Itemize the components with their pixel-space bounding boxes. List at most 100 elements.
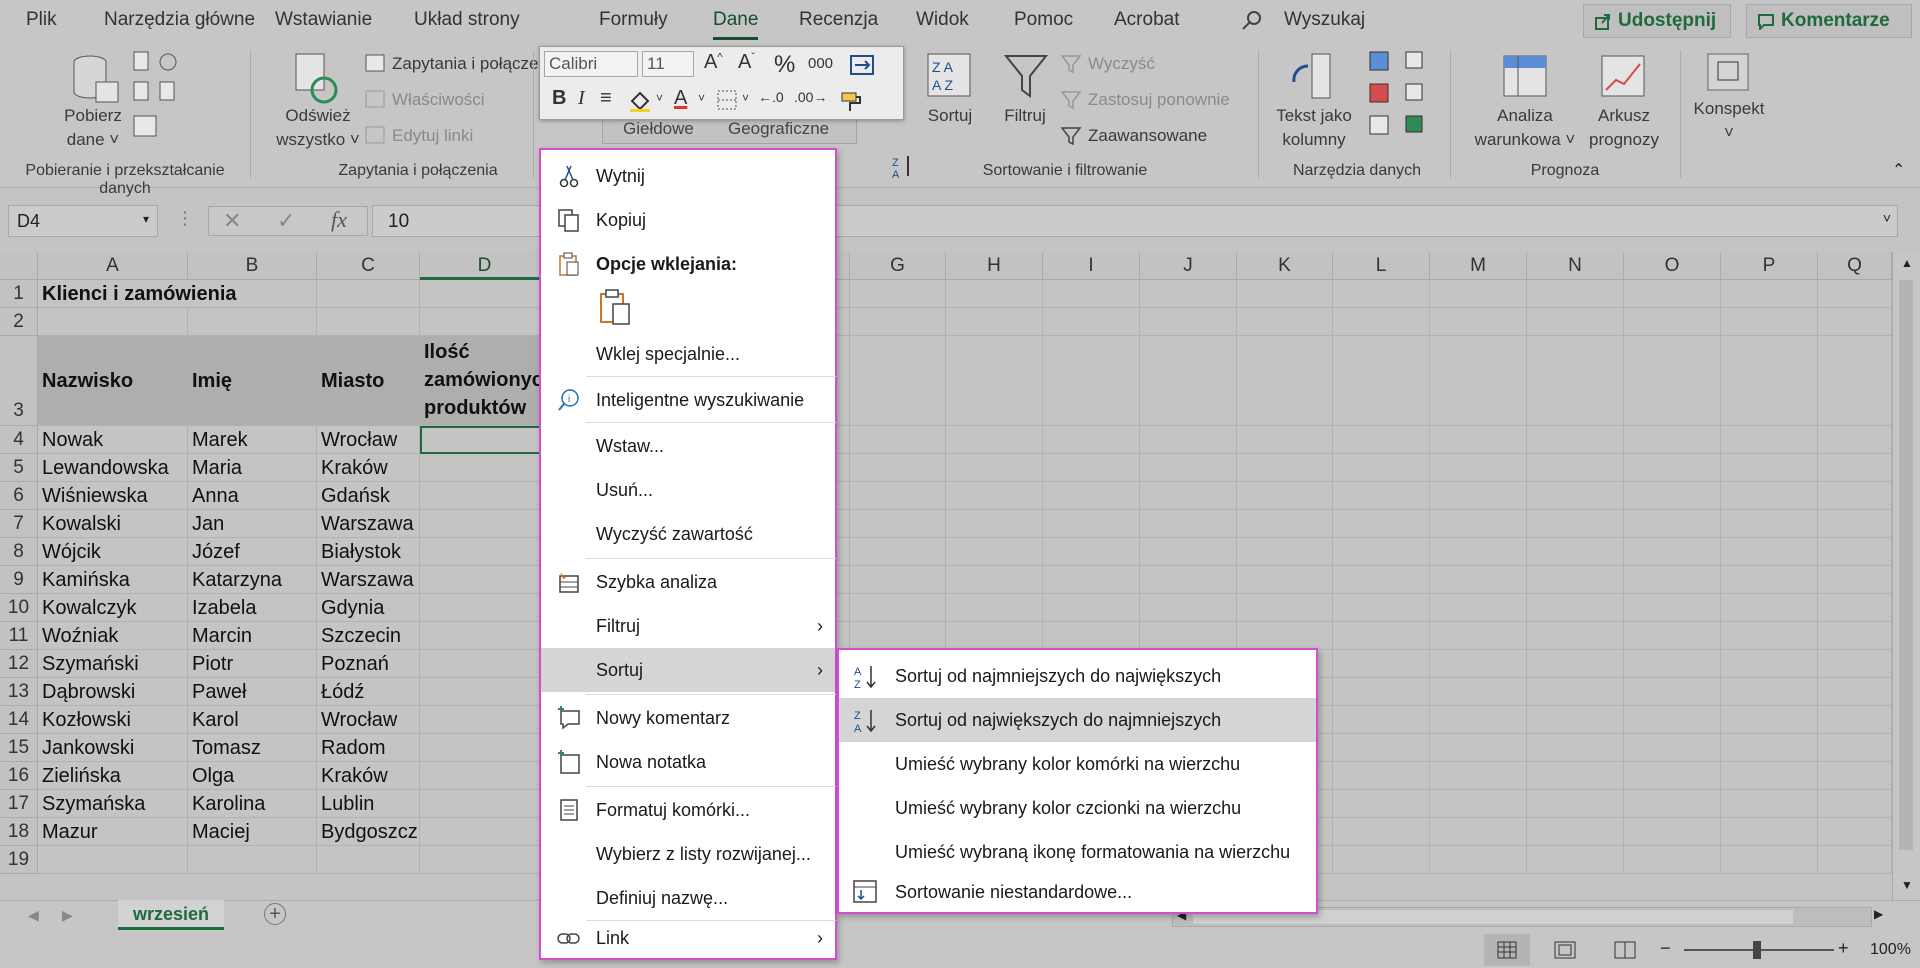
header-cell-a[interactable]: Nazwisko [38,336,188,426]
column-header-k[interactable]: K [1237,252,1333,280]
cell-l7[interactable] [1333,510,1430,538]
cell-n5[interactable] [1527,454,1624,482]
submenu-custom-sort[interactable]: Sortowanie niestandardowe... [839,870,1316,914]
cell-d12[interactable] [420,650,550,678]
row-header-4[interactable]: 4 [0,426,38,454]
cell-q1[interactable] [1818,280,1892,308]
cell-l3[interactable] [1333,336,1430,426]
fill-color-icon[interactable] [628,89,652,113]
column-header-m[interactable]: M [1430,252,1527,280]
cell-n7[interactable] [1527,510,1624,538]
cell-g6[interactable] [850,482,946,510]
search-label[interactable]: Wyszukaj [1284,9,1365,31]
cell-h8[interactable] [946,538,1043,566]
cell-n11[interactable] [1527,622,1624,650]
share-button[interactable]: Udostępnij [1583,4,1731,38]
column-header-c[interactable]: C [317,252,420,280]
get-data-button[interactable]: Pobierz dane ˅ [50,104,136,152]
cell-d6[interactable] [420,482,550,510]
cell-n9[interactable] [1527,566,1624,594]
page-break-view-icon[interactable] [1614,941,1636,959]
menu-paste-special[interactable]: Wklej specjalnie... [541,332,835,376]
data-cell-c6[interactable]: Gdańsk [317,482,420,510]
cell-p12[interactable] [1721,650,1818,678]
cell-d8[interactable] [420,538,550,566]
cell-l13[interactable] [1333,678,1430,706]
scroll-down-icon[interactable]: ▼ [1901,878,1913,892]
what-if-analysis-button[interactable]: Analiza warunkowa ˅ [1466,104,1584,152]
header-cell-b[interactable]: Imię [188,336,317,426]
cell-g8[interactable] [850,538,946,566]
cell-o12[interactable] [1624,650,1721,678]
tab-help[interactable]: Pomoc [1014,9,1073,31]
cell-g2[interactable] [850,308,946,336]
cell-h1[interactable] [946,280,1043,308]
data-cell-b4[interactable]: Marek [188,426,317,454]
cell-l1[interactable] [1333,280,1430,308]
cell-n1[interactable] [1527,280,1624,308]
data-cell-a18[interactable]: Mazur [38,818,188,846]
cell-o5[interactable] [1624,454,1721,482]
increase-decimal-icon[interactable]: ←.0 [758,89,784,105]
tab-page-layout[interactable]: Układ strony [414,9,520,31]
cell-h7[interactable] [946,510,1043,538]
cell-p1[interactable] [1721,280,1818,308]
row-header-19[interactable]: 19 [0,846,38,874]
cell-i9[interactable] [1043,566,1140,594]
cell-g10[interactable] [850,594,946,622]
data-cell-a12[interactable]: Szymański [38,650,188,678]
row-header-7[interactable]: 7 [0,510,38,538]
data-cell-a15[interactable]: Jankowski [38,734,188,762]
row-header-16[interactable]: 16 [0,762,38,790]
cell-p17[interactable] [1721,790,1818,818]
normal-view-button[interactable] [1484,934,1530,966]
data-cell-b9[interactable]: Katarzyna [188,566,317,594]
row-header-12[interactable]: 12 [0,650,38,678]
cell-k4[interactable] [1237,426,1333,454]
submenu-cell-color-top[interactable]: Umieść wybrany kolor komórki na wierzchu [839,742,1316,786]
data-cell-c7[interactable]: Warszawa [317,510,420,538]
cell-d1[interactable] [420,280,550,308]
cell-p16[interactable] [1721,762,1818,790]
cell-n14[interactable] [1527,706,1624,734]
menu-cut[interactable]: Wytnij [541,154,835,198]
cell-n2[interactable] [1527,308,1624,336]
row-header-8[interactable]: 8 [0,538,38,566]
cell-d5[interactable] [420,454,550,482]
cell-q17[interactable] [1818,790,1892,818]
cell-l14[interactable] [1333,706,1430,734]
cell-g5[interactable] [850,454,946,482]
bold-icon[interactable]: B [552,87,566,110]
data-cell-a16[interactable]: Zielińska [38,762,188,790]
cell-m12[interactable] [1430,650,1527,678]
cell-l5[interactable] [1333,454,1430,482]
cell-j4[interactable] [1140,426,1237,454]
cell-n3[interactable] [1527,336,1624,426]
cell-l8[interactable] [1333,538,1430,566]
prev-sheet-icon[interactable]: ◀ [28,907,39,924]
cell-d19[interactable] [420,846,550,874]
cell-i11[interactable] [1043,622,1140,650]
cell-p2[interactable] [1721,308,1818,336]
tab-acrobat[interactable]: Acrobat [1114,9,1179,31]
data-cell-c12[interactable]: Poznań [317,650,420,678]
cell-p7[interactable] [1721,510,1818,538]
cell-b19[interactable] [188,846,317,874]
vertical-scrollbar[interactable]: ▲ ▼ [1892,252,1920,902]
cell-h4[interactable] [946,426,1043,454]
cell-c19[interactable] [317,846,420,874]
enter-icon[interactable]: ✓ [277,208,295,234]
text-to-columns-button[interactable]: Tekst jako kolumny [1270,104,1358,152]
column-header-l[interactable]: L [1333,252,1430,280]
cell-c2[interactable] [317,308,420,336]
data-cell-b7[interactable]: Jan [188,510,317,538]
cell-d2[interactable] [420,308,550,336]
cell-o4[interactable] [1624,426,1721,454]
cell-d17[interactable] [420,790,550,818]
data-cell-c11[interactable]: Szczecin [317,622,420,650]
row-header-18[interactable]: 18 [0,818,38,846]
cell-o16[interactable] [1624,762,1721,790]
tab-view[interactable]: Widok [916,9,969,31]
row-header-1[interactable]: 1 [0,280,38,308]
cell-p4[interactable] [1721,426,1818,454]
